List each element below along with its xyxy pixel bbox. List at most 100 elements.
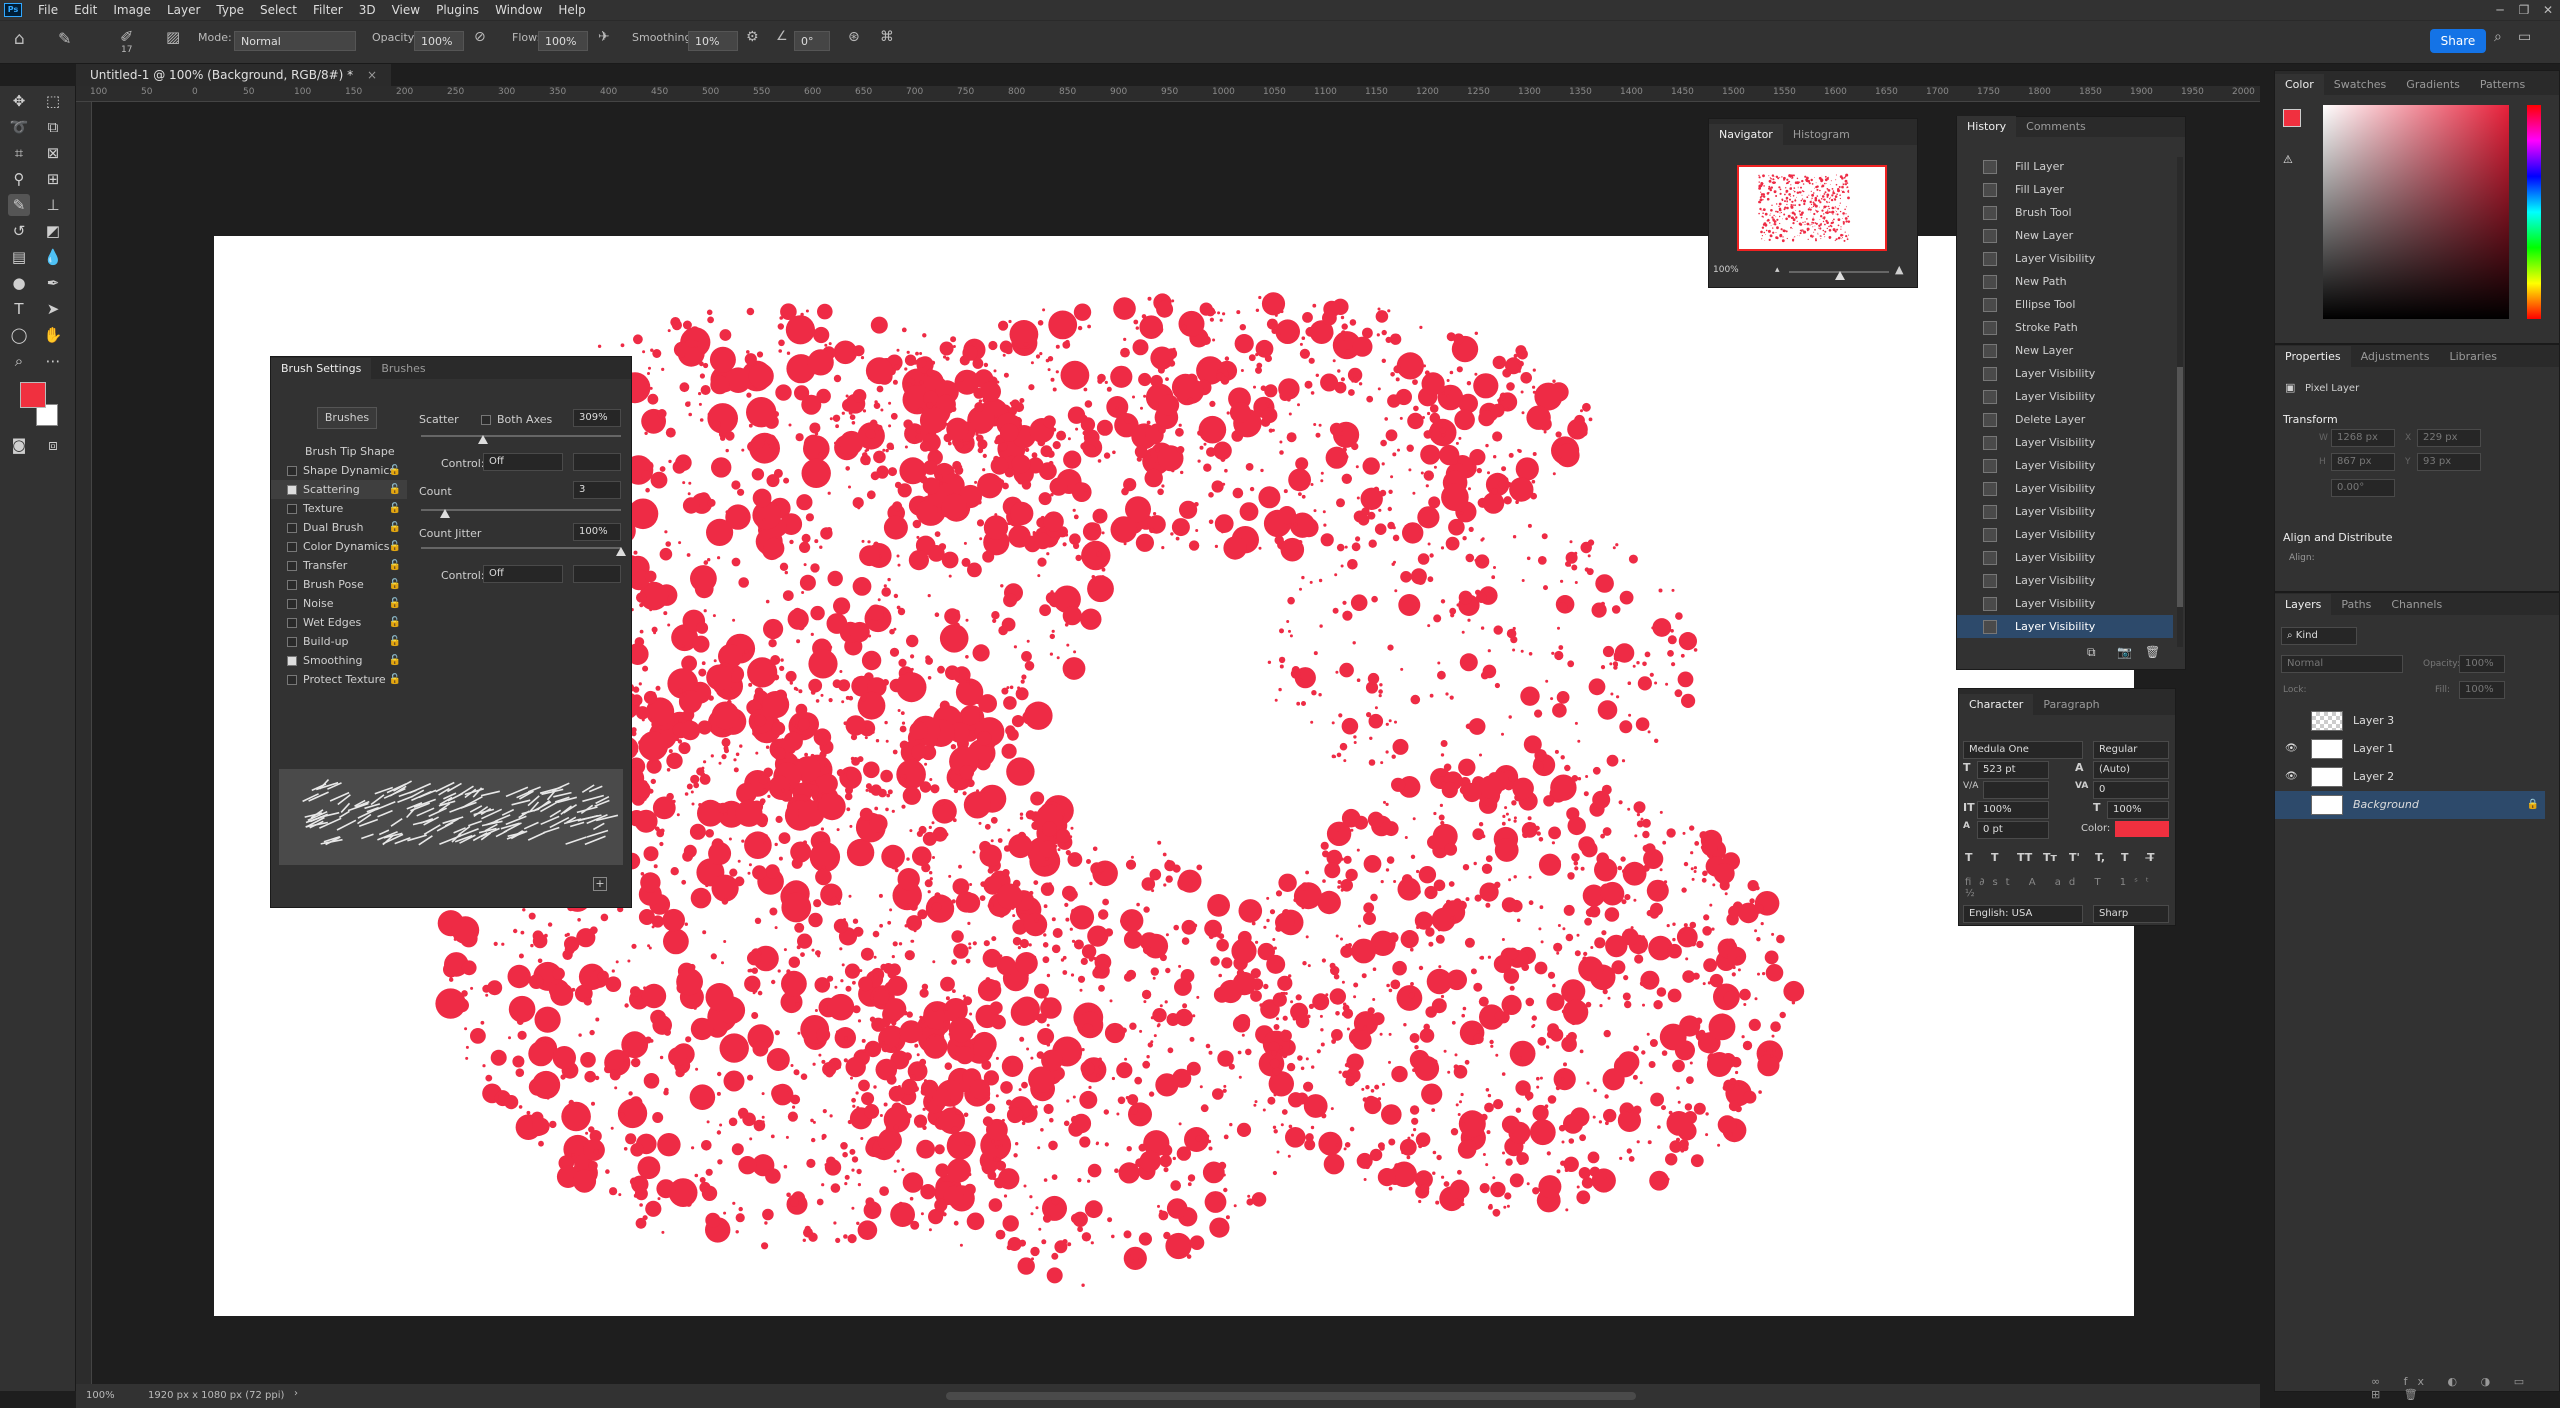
search-icon[interactable]: ⌕ [2494,29,2502,45]
tab-character[interactable]: Character [1959,694,2034,715]
trash-icon[interactable]: 🗑 [2145,645,2160,659]
checkbox[interactable] [287,466,297,476]
zoom-out-icon[interactable]: ▴ [1775,265,1780,275]
checkbox[interactable] [287,637,297,647]
align-distribute-section[interactable]: Align and Distribute [2283,531,2392,544]
history-item[interactable]: Layer Visibility [1957,592,2173,615]
history-item[interactable]: Layer Visibility [1957,569,2173,592]
brush-preset-icon[interactable]: ✎ [58,29,71,48]
more-tools-icon[interactable]: ⋯ [42,350,64,372]
brush-option-build-up[interactable]: Build-up 🔓 [271,632,407,651]
layer-row[interactable]: 👁 Layer 2 [2275,763,2545,791]
frame-tool-icon[interactable]: ⊠ [42,142,64,164]
layer-row[interactable]: 👁 Layer 1 [2275,735,2545,763]
new-brush-icon[interactable]: + [593,877,607,891]
foreground-color-swatch[interactable] [20,382,46,408]
lock-icon[interactable]: 🔓 [389,518,401,537]
checkbox[interactable] [287,675,297,685]
menu-3d[interactable]: 3D [351,3,384,17]
lasso-tool-icon[interactable]: ➰ [8,116,30,138]
antialias-select[interactable]: Sharp [2093,905,2169,923]
eraser-tool-icon[interactable]: ◩ [42,220,64,242]
scatter-slider[interactable] [421,435,621,444]
brush-option-brush-pose[interactable]: Brush Pose 🔓 [271,575,407,594]
tab-swatches[interactable]: Swatches [2324,74,2397,95]
count-control-select[interactable]: Off [483,565,563,583]
brushes-button[interactable]: Brushes [317,407,377,429]
y-input[interactable]: 93 px [2417,453,2481,471]
ellipse-tool-icon[interactable]: ◯ [8,324,30,346]
horizontal-scrollbar[interactable] [946,1392,1636,1400]
tab-brushes[interactable]: Brushes [371,358,435,379]
height-input[interactable]: 867 px [2331,453,2395,471]
type-style-button[interactable]: T̶ [2147,851,2155,864]
angle-input[interactable]: 0.00° [2331,479,2395,497]
history-item[interactable]: New Layer [1957,339,2173,362]
font-style-select[interactable]: Regular [2093,741,2169,759]
menu-help[interactable]: Help [550,3,593,17]
menu-image[interactable]: Image [105,3,159,17]
history-item[interactable]: Layer Visibility [1957,362,2173,385]
history-item[interactable]: Stroke Path [1957,316,2173,339]
brush-option-smoothing[interactable]: Smoothing 🔓 [271,651,407,670]
type-style-button[interactable]: T, [2095,851,2105,864]
tab-navigator[interactable]: Navigator [1709,124,1783,145]
horizontal-scale-input[interactable]: 100% [2107,801,2169,819]
menu-plugins[interactable]: Plugins [428,3,487,17]
tab-color[interactable]: Color [2275,74,2324,95]
count-jitter-slider-handle[interactable] [616,547,626,556]
gradient-tool-icon[interactable]: ▤ [8,246,30,268]
checkbox[interactable] [287,485,297,495]
brush-tool-icon[interactable]: ✎ [8,194,30,216]
lock-icon[interactable]: 🔓 [389,632,401,651]
pressure-size-icon[interactable]: ⊛ [848,29,860,45]
transform-section[interactable]: Transform [2283,413,2338,426]
checkbox[interactable] [287,599,297,609]
lock-icon[interactable]: 🔓 [389,651,401,670]
restore-button[interactable]: ❐ [2512,0,2536,20]
history-item[interactable]: Layer Visibility [1957,431,2173,454]
brush-option-transfer[interactable]: Transfer 🔓 [271,556,407,575]
menu-select[interactable]: Select [252,3,305,17]
checkbox[interactable] [287,504,297,514]
lock-icon[interactable]: 🔓 [389,575,401,594]
tab-histogram[interactable]: Histogram [1783,124,1860,145]
opentype-buttons[interactable]: ﬁ∂st A ad T 1ˢᵗ ½ [1965,877,2171,899]
tab-comments[interactable]: Comments [2016,116,2096,137]
marquee-tool-icon[interactable]: ⬚ [42,90,64,112]
type-tool-icon[interactable]: T [8,298,30,320]
layer-row[interactable]: Background 🔒 [2275,791,2545,819]
navigator-zoom-slider[interactable] [1789,271,1889,280]
menu-window[interactable]: Window [487,3,550,17]
hand-tool-icon[interactable]: ✋ [42,324,64,346]
type-style-button[interactable]: T [1965,851,1973,864]
history-item[interactable]: Layer Visibility [1957,454,2173,477]
checkbox[interactable] [287,523,297,533]
lock-icon[interactable]: 🔓 [389,670,401,689]
lock-icon[interactable]: 🔓 [389,461,401,480]
history-item[interactable]: Fill Layer [1957,155,2173,178]
menu-file[interactable]: File [30,3,66,17]
airbrush-icon[interactable]: ✈ [598,29,610,45]
path-select-tool-icon[interactable]: ➤ [42,298,64,320]
pressure-opacity-icon[interactable]: ⊘ [474,29,486,45]
tab-patterns[interactable]: Patterns [2470,74,2535,95]
layer-footer-buttons[interactable]: ∞ fx ◐ ◑ ▭ ⊞ 🗑 [2371,1375,2551,1401]
smoothing-input[interactable]: 10% [688,31,738,51]
menu-view[interactable]: View [384,3,428,17]
history-item[interactable]: Layer Visibility [1957,546,2173,569]
history-item[interactable]: Layer Visibility [1957,385,2173,408]
history-item[interactable]: New Layer [1957,224,2173,247]
brush-option-wet-edges[interactable]: Wet Edges 🔓 [271,613,407,632]
history-item[interactable]: Fill Layer [1957,178,2173,201]
x-input[interactable]: 229 px [2417,429,2481,447]
type-style-button[interactable]: T' [2069,851,2080,864]
tab-brush-settings[interactable]: Brush Settings [271,358,372,379]
tab-adjustments[interactable]: Adjustments [2351,346,2440,367]
count-jitter-slider[interactable] [421,547,626,556]
brush-icon[interactable]: ✐ [120,27,133,46]
type-style-button[interactable]: T [1991,851,1999,864]
share-button[interactable]: Share [2430,29,2486,53]
brush-tip-shape-item[interactable]: Brush Tip Shape [305,445,395,458]
quick-mask-icon[interactable]: ◙ [8,434,30,456]
